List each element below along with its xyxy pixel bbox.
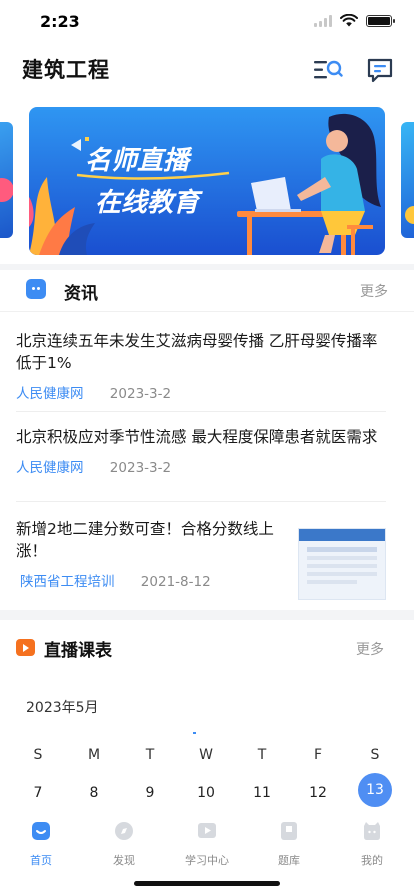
status-icons — [314, 14, 395, 27]
weekday-label: S — [370, 747, 380, 763]
banner-text-line1: 名师直播 — [85, 146, 193, 176]
news-meta: 人民健康网 2023-3-2 — [16, 456, 386, 476]
calendar-day[interactable]: 11 — [245, 776, 279, 810]
page-title: 建筑工程 — [22, 58, 110, 82]
weekday-label: W — [199, 747, 213, 763]
banner-next-peek[interactable] — [401, 122, 414, 238]
tab-study-center[interactable]: 学习中心 — [177, 820, 237, 868]
weekday-label: F — [313, 747, 323, 763]
news-date: 2023-3-2 — [109, 386, 172, 402]
calendar-day[interactable]: 7 — [21, 776, 55, 810]
live-more-link[interactable]: 更多 — [356, 639, 384, 659]
tab-question-bank[interactable]: 题库 — [259, 820, 319, 868]
news-section: 资讯 更多 北京连续五年未发生艾滋病母婴传播 乙肝母婴传播率低于1% 人民健康网… — [0, 270, 414, 610]
news-section-title: 资讯 — [64, 284, 98, 304]
weekday-label: T — [145, 747, 155, 763]
tab-label: 发现 — [113, 854, 135, 867]
news-source: 陕西省工程培训 — [20, 574, 115, 590]
banner-carousel[interactable]: 名师直播 在线教育 — [0, 96, 414, 264]
banner-prev-peek[interactable] — [0, 122, 13, 238]
app-header: 建筑工程 — [0, 44, 414, 96]
news-section-header: 资讯 更多 — [0, 270, 414, 312]
calendar-day-selected[interactable]: 13 — [358, 773, 392, 807]
news-more-link[interactable]: 更多 — [360, 281, 388, 301]
news-title: 北京连续五年未发生艾滋病母婴传播 乙肝母婴传播率低于1% — [16, 332, 378, 372]
news-item[interactable]: 北京积极应对季节性流感 最大程度保障患者就医需求 人民健康网 2023-3-2 — [16, 426, 386, 502]
signal-icon — [314, 14, 332, 27]
question-bank-icon — [281, 822, 297, 840]
home-icon — [32, 822, 50, 840]
weekday-label: S — [33, 747, 43, 763]
calendar-day[interactable]: 8 — [77, 776, 111, 810]
live-tv-icon — [16, 639, 35, 656]
banner-text-line2: 在线教育 — [95, 188, 203, 218]
banner-slide[interactable]: 名师直播 在线教育 — [29, 107, 385, 255]
wifi-icon — [340, 14, 358, 27]
news-meta: 人民健康网 2023-3-2 — [16, 382, 386, 402]
home-indicator — [134, 881, 280, 886]
news-thumbnail — [298, 528, 386, 600]
tab-profile[interactable]: 我的 — [342, 820, 402, 868]
tab-label: 首页 — [30, 854, 52, 867]
news-title: 新增2地二建分数可查！合格分数线上涨！ — [16, 520, 274, 560]
discover-icon — [115, 822, 133, 840]
news-title: 北京积极应对季节性流感 最大程度保障患者就医需求 — [16, 428, 378, 446]
video-play-icon — [198, 823, 216, 838]
news-chat-icon — [26, 279, 46, 299]
battery-icon — [366, 14, 395, 27]
news-date: 2023-3-2 — [109, 460, 172, 476]
tab-home[interactable]: 首页 — [11, 820, 71, 868]
news-item[interactable]: 北京连续五年未发生艾滋病母婴传播 乙肝母婴传播率低于1% 人民健康网 2023-… — [16, 330, 386, 412]
tab-discover[interactable]: 发现 — [94, 820, 154, 868]
list-search-icon[interactable] — [312, 54, 344, 86]
calendar-marker — [193, 732, 196, 734]
live-schedule-section: 直播课表 更多 2023年5月 S M T W T F S 7 8 9 10 1… — [0, 620, 414, 810]
banner-illustration: 名师直播 在线教育 — [29, 107, 385, 255]
news-source: 人民健康网 — [16, 460, 84, 476]
calendar-day[interactable]: 12 — [301, 776, 335, 810]
status-time: 2:23 — [40, 12, 80, 31]
tab-label: 我的 — [361, 854, 383, 867]
live-section-title: 直播课表 — [44, 641, 112, 661]
weekday-label: T — [257, 747, 267, 763]
message-icon[interactable] — [364, 54, 396, 86]
news-date: 2021-8-12 — [140, 574, 211, 590]
status-bar: 2:23 — [0, 0, 414, 44]
tab-label: 学习中心 — [185, 854, 229, 867]
news-source: 人民健康网 — [16, 386, 84, 402]
calendar-month: 2023年5月 — [26, 700, 99, 716]
news-item[interactable]: 新增2地二建分数可查！合格分数线上涨！ 陕西省工程培训 2021-8-12 — [16, 518, 386, 610]
profile-icon — [364, 822, 380, 840]
tab-label: 题库 — [278, 854, 300, 867]
calendar-day[interactable]: 10 — [189, 776, 223, 810]
calendar-day[interactable]: 9 — [133, 776, 167, 810]
weekday-label: M — [87, 747, 101, 763]
